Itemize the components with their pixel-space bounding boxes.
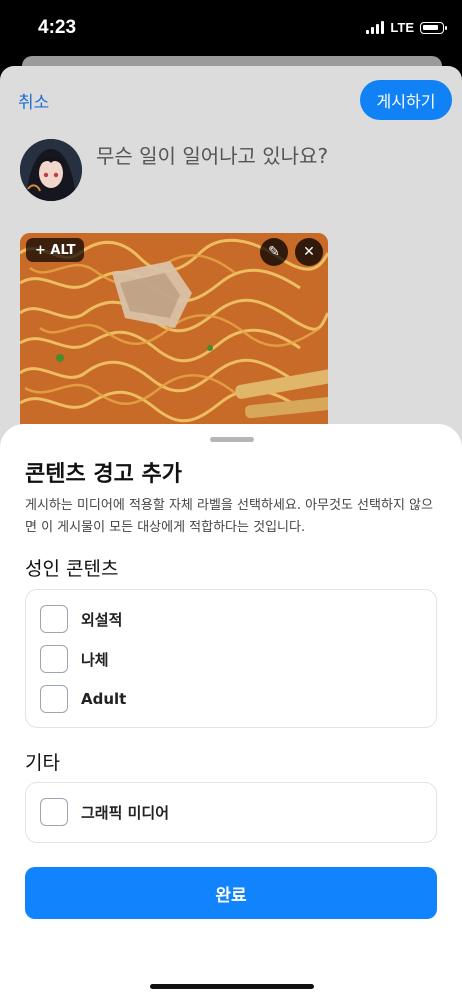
checkbox[interactable] <box>40 685 68 713</box>
close-icon[interactable]: ✕ <box>295 238 323 266</box>
sheet-description: 게시하는 미디어에 적용할 자체 라벨을 선택하세요. 아무것도 선택하지 않으… <box>25 498 433 535</box>
battery-icon <box>420 21 447 34</box>
status-bar: 4:23 LTE <box>0 0 462 58</box>
done-button[interactable]: 완료 <box>25 867 437 919</box>
checkbox[interactable] <box>40 645 68 673</box>
option-lewd[interactable]: 외설적 <box>40 604 122 634</box>
option-adult[interactable]: Adult <box>40 684 126 714</box>
checkbox[interactable] <box>40 605 68 633</box>
option-label: Adult <box>81 690 127 708</box>
option-nudity[interactable]: 나체 <box>40 644 109 674</box>
post-text-input[interactable]: 무슨 일이 일어나고 있나요? <box>96 140 328 169</box>
signal-icon <box>366 21 385 34</box>
option-label: 그래픽 미디어 <box>81 803 170 822</box>
option-graphic-media[interactable]: 그래픽 미디어 <box>40 797 169 827</box>
cancel-button[interactable]: 취소 <box>18 88 49 113</box>
adult-content-heading: 성인 콘텐츠 <box>25 558 119 580</box>
checkbox[interactable] <box>40 798 68 826</box>
status-indicators: LTE <box>366 20 447 35</box>
home-indicator[interactable] <box>150 984 314 989</box>
add-alt-text-button[interactable]: + ALT <box>26 238 85 262</box>
other-heading: 기타 <box>25 752 60 774</box>
option-label: 외설적 <box>81 610 123 629</box>
option-label: 나체 <box>81 650 109 669</box>
pencil-icon[interactable]: ✎ <box>260 238 288 266</box>
sheet-drag-handle[interactable] <box>210 437 254 442</box>
sheet-title: 콘텐츠 경고 추가 <box>25 462 182 487</box>
avatar[interactable] <box>20 139 82 201</box>
network-label: LTE <box>390 20 414 35</box>
status-time: 4:23 <box>38 17 77 38</box>
post-button[interactable]: 게시하기 <box>360 80 452 120</box>
avatar-image <box>20 139 82 201</box>
